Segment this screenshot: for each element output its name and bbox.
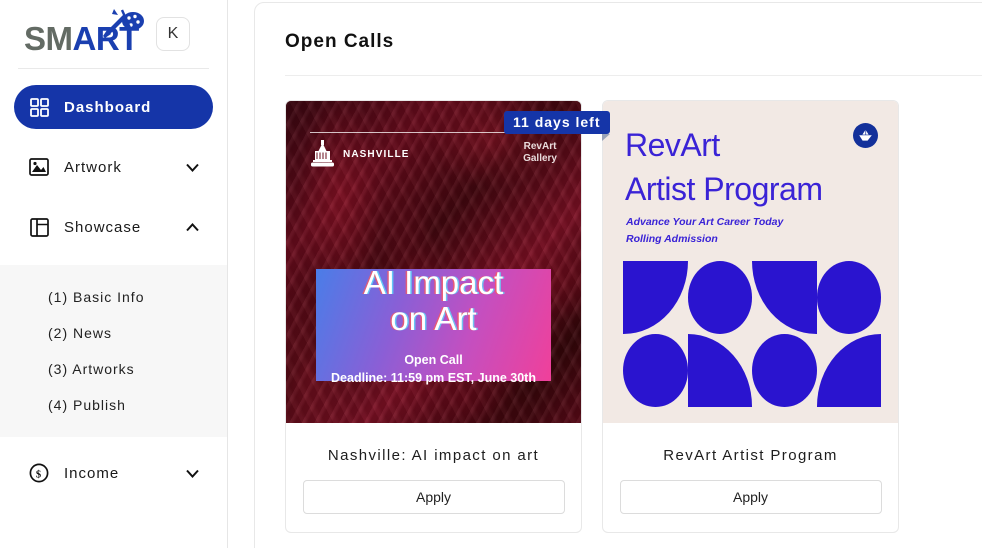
sidebar-header: SMART K <box>0 0 227 68</box>
sidebar-subitem-publish[interactable]: (4) Publish <box>0 387 227 423</box>
revart-headline-line2: Artist Program <box>625 171 823 208</box>
card-title: RevArt Artist Program <box>663 447 838 464</box>
sidebar-item-dashboard[interactable]: Dashboard <box>14 85 213 129</box>
revart-subtitle-2: Rolling Admission <box>626 233 718 245</box>
card-poster-revart: RevArt Artist Program Advance Your Art C… <box>603 101 898 423</box>
shape-ellipse <box>623 334 688 407</box>
svg-text:$: $ <box>36 469 42 480</box>
paper-boat-icon <box>853 123 878 148</box>
shape-ellipse <box>816 261 881 334</box>
image-icon <box>28 156 50 178</box>
card-poster-nashville: NASHVILLE RevArt Gallery AI Impact on Art… <box>286 101 581 423</box>
sidebar-nav: Dashboard Artwork Showcase (1) Basic Inf… <box>0 69 227 495</box>
poster-subtitle-1: Open Call <box>404 352 463 367</box>
card-title: Nashville: AI impact on art <box>327 447 540 464</box>
poster-brand-right: RevArt Gallery <box>523 141 557 164</box>
revart-geometric-shapes <box>623 261 881 407</box>
shape-ellipse <box>687 261 752 334</box>
brand-logo-text: SMART <box>24 22 139 55</box>
shape-quarter-circle <box>752 261 817 334</box>
apply-button[interactable]: Apply <box>302 480 565 514</box>
capitol-building-icon <box>311 140 334 167</box>
poster-brand-left: NASHVILLE <box>310 139 410 169</box>
status-badge: 11 days left <box>504 111 610 141</box>
sidebar-collapse-button[interactable]: K <box>156 17 190 51</box>
collapse-icon-label: K <box>167 25 179 42</box>
page-title: Open Calls <box>285 31 395 52</box>
open-calls-panel: Open Calls 11 days left NASHVILLE RevArt… <box>254 2 982 548</box>
sidebar-item-showcase[interactable]: Showcase <box>14 205 213 249</box>
shape-quarter-circle <box>816 334 881 407</box>
sidebar-submenu-showcase: (1) Basic Info (2) News (3) Artworks (4)… <box>0 265 227 437</box>
poster-subtitle-2: Deadline: 11:59 pm EST, June 30th <box>331 370 536 385</box>
poster-headline-line2: on Art <box>390 300 477 337</box>
poster-headline: AI Impact on Art <box>364 265 503 336</box>
open-call-card[interactable]: 11 days left NASHVILLE RevArt Gallery AI… <box>285 100 610 533</box>
chevron-down-icon[interactable] <box>185 469 199 478</box>
chevron-down-icon[interactable] <box>185 163 199 172</box>
main-content: Open Calls 11 days left NASHVILLE RevArt… <box>228 0 982 548</box>
sidebar-item-artwork[interactable]: Artwork <box>14 145 213 189</box>
open-calls-list: 11 days left NASHVILLE RevArt Gallery AI… <box>255 76 982 533</box>
apply-button[interactable]: Apply <box>619 480 882 514</box>
sidebar-subitem-news[interactable]: (2) News <box>0 315 227 351</box>
dollar-circle-icon: $ <box>28 462 50 484</box>
sidebar-subitem-basic-info[interactable]: (1) Basic Info <box>0 279 227 315</box>
layout-icon <box>28 216 50 238</box>
grid-icon <box>28 96 50 118</box>
app-root: SMART K Dashboard Artwork Showcase (1) B… <box>0 0 982 548</box>
shape-ellipse <box>752 334 817 407</box>
sidebar-item-label-dashboard: Dashboard <box>64 98 152 116</box>
revart-headline: RevArt Artist Program <box>625 123 823 211</box>
brand-logo-art: ART <box>72 20 140 57</box>
poster-headline-line1: AI Impact <box>363 264 504 302</box>
open-call-card[interactable]: RevArt Artist Program Advance Your Art C… <box>602 100 899 533</box>
poster-brand-left-label: NASHVILLE <box>343 148 410 160</box>
revart-subtitle-1: Advance Your Art Career Today <box>626 216 784 228</box>
sidebar-item-label-income: Income <box>64 464 120 482</box>
shape-quarter-circle <box>687 334 752 407</box>
sidebar-subitem-artworks[interactable]: (3) Artworks <box>0 351 227 387</box>
chevron-up-icon[interactable] <box>185 222 199 232</box>
revart-headline-line1: RevArt <box>625 127 720 163</box>
brand-logo-sm: SM <box>24 20 73 57</box>
sidebar-item-income[interactable]: $ Income <box>14 451 213 495</box>
shape-quarter-circle <box>623 261 688 334</box>
poster-gradient-panel: AI Impact on Art Open Call Deadline: 11:… <box>316 265 551 385</box>
brand-logo[interactable]: SMART <box>18 8 146 60</box>
sidebar-item-label-showcase: Showcase <box>64 218 142 236</box>
sidebar-item-label-artwork: Artwork <box>64 158 122 176</box>
sidebar: SMART K Dashboard Artwork Showcase (1) B… <box>0 0 228 548</box>
revart-subtitles: Advance Your Art Career Today Rolling Ad… <box>626 214 783 248</box>
